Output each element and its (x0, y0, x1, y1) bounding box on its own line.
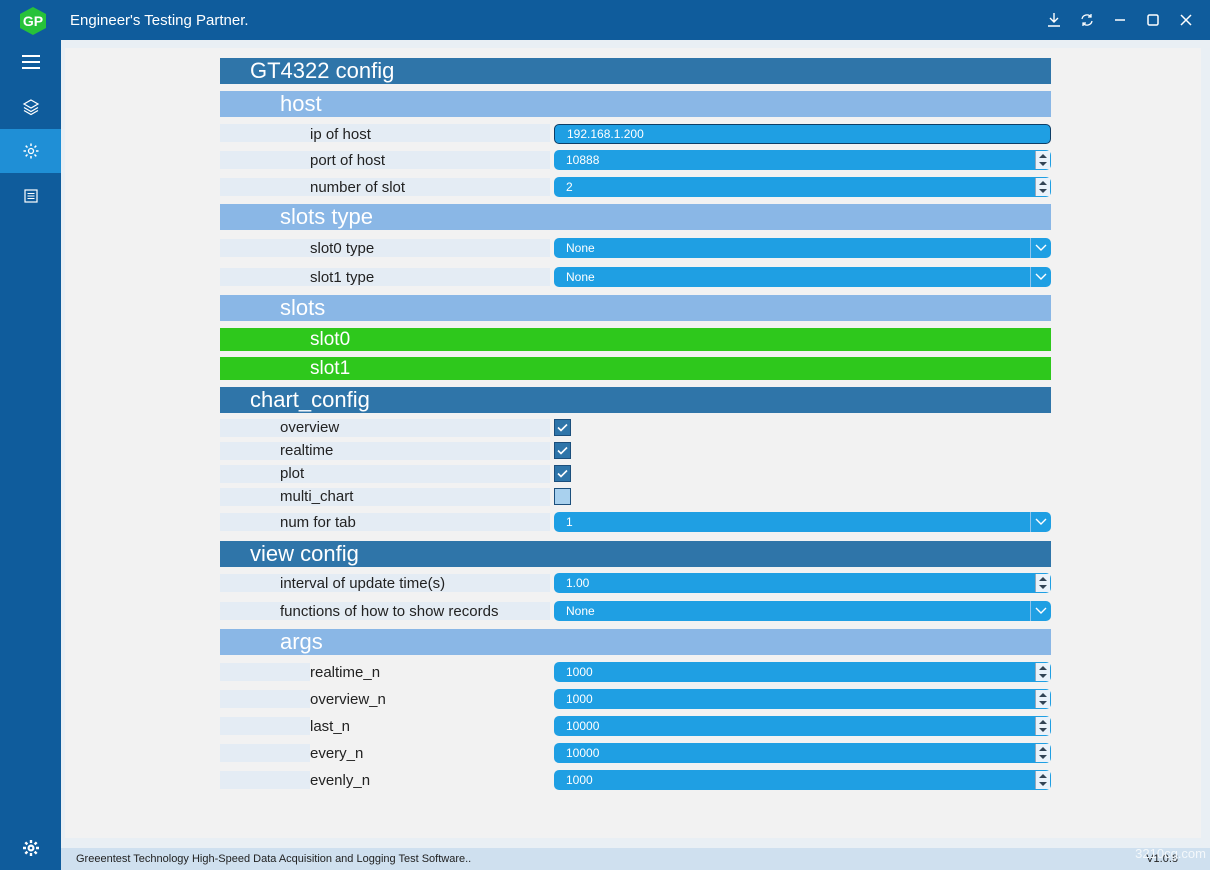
multi-chart-checkbox[interactable] (554, 488, 571, 505)
slot1-type-label: slot1 type (310, 269, 375, 286)
slot1-type-select[interactable]: None (554, 267, 1051, 287)
slot0-type-label: slot0 type (310, 240, 375, 257)
section-slots: slots (220, 295, 1051, 321)
ip-of-host-input[interactable]: 192.168.1.200 (554, 124, 1051, 144)
document-icon[interactable] (0, 174, 61, 218)
section-gt4322-config: GT4322 config (220, 58, 1051, 84)
spin-arrows-icon[interactable] (1035, 690, 1050, 708)
overview-n-label: overview_n (310, 691, 386, 708)
layers-icon[interactable] (0, 85, 61, 129)
spin-arrows-icon[interactable] (1035, 178, 1050, 196)
menu-icon[interactable] (0, 40, 61, 84)
app-logo-icon: GP (20, 7, 46, 35)
app-title: Engineer's Testing Partner. (70, 12, 249, 29)
close-icon[interactable] (1176, 10, 1196, 30)
spin-arrows-icon[interactable] (1035, 151, 1050, 169)
section-slots-type: slots type (220, 204, 1051, 230)
slot0-item[interactable]: slot0 (220, 328, 1051, 351)
overview-n-spinbox[interactable]: 1000 (554, 689, 1051, 709)
realtime-checkbox[interactable] (554, 442, 571, 459)
realtime-n-label: realtime_n (310, 664, 381, 681)
evenly-n-label: evenly_n (310, 772, 371, 789)
section-view-config: view config (220, 541, 1051, 567)
slot1-item[interactable]: slot1 (220, 357, 1051, 380)
overview-checkbox[interactable] (554, 419, 571, 436)
sync-icon[interactable] (1077, 10, 1097, 30)
overview-label: overview (280, 419, 340, 436)
watermark: 3210cg.com (1135, 846, 1206, 861)
spin-arrows-icon[interactable] (1035, 771, 1050, 789)
footer-text: Greeentest Technology High-Speed Data Ac… (76, 853, 472, 865)
num-for-tab-select[interactable]: 1 (554, 512, 1051, 532)
svg-text:GP: GP (23, 13, 43, 29)
spin-arrows-icon[interactable] (1035, 663, 1050, 681)
spin-arrows-icon[interactable] (1035, 574, 1050, 592)
chevron-down-icon[interactable] (1030, 238, 1051, 258)
settings-icon[interactable] (0, 826, 61, 870)
number-of-slot-label: number of slot (310, 179, 406, 196)
functions-label: functions of how to show records (280, 603, 499, 620)
every-n-spinbox[interactable]: 10000 (554, 743, 1051, 763)
port-of-host-spinbox[interactable]: 10888 (554, 150, 1051, 170)
num-for-tab-label: num for tab (280, 514, 356, 531)
section-args: args (220, 629, 1051, 655)
status-bar: Greeentest Technology High-Speed Data Ac… (61, 848, 1210, 870)
realtime-n-spinbox[interactable]: 1000 (554, 662, 1051, 682)
download-icon[interactable] (1044, 10, 1064, 30)
evenly-n-spinbox[interactable]: 1000 (554, 770, 1051, 790)
last-n-label: last_n (310, 718, 351, 735)
realtime-label: realtime (280, 442, 334, 459)
section-chart-config: chart_config (220, 387, 1051, 413)
spin-arrows-icon[interactable] (1035, 744, 1050, 762)
port-of-host-label: port of host (310, 152, 386, 169)
ip-of-host-label: ip of host (310, 126, 371, 143)
plot-label: plot (280, 465, 305, 482)
chevron-down-icon[interactable] (1030, 601, 1051, 621)
chevron-down-icon[interactable] (1030, 267, 1051, 287)
spin-arrows-icon[interactable] (1035, 717, 1050, 735)
slot0-type-select[interactable]: None (554, 238, 1051, 258)
chevron-down-icon[interactable] (1030, 512, 1051, 532)
interval-label: interval of update time(s) (280, 575, 446, 592)
minimize-icon[interactable] (1110, 10, 1130, 30)
maximize-icon[interactable] (1143, 10, 1163, 30)
functions-select[interactable]: None (554, 601, 1051, 621)
section-host: host (220, 91, 1051, 117)
gear-icon[interactable] (0, 129, 61, 173)
title-bar: GP Engineer's Testing Partner. (0, 0, 1210, 40)
multi-chart-label: multi_chart (280, 488, 354, 505)
last-n-spinbox[interactable]: 10000 (554, 716, 1051, 736)
number-of-slot-spinbox[interactable]: 2 (554, 177, 1051, 197)
sidebar (0, 40, 61, 870)
every-n-label: every_n (310, 745, 364, 762)
interval-spinbox[interactable]: 1.00 (554, 573, 1051, 593)
plot-checkbox[interactable] (554, 465, 571, 482)
